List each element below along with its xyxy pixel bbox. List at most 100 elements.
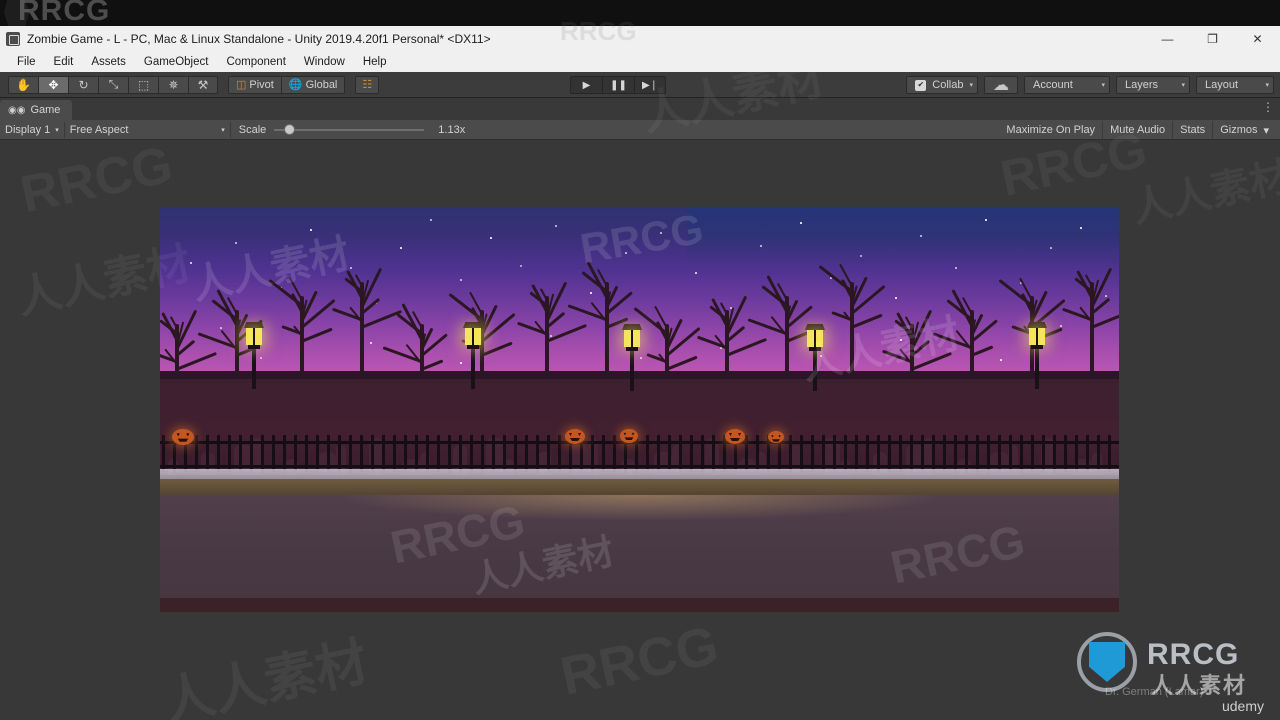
fence-bar — [404, 435, 407, 473]
sky-blue-tint — [687, 207, 1119, 267]
aspect-dropdown[interactable]: Free Aspect ▾ — [65, 121, 230, 139]
fence-bar — [393, 435, 396, 473]
toolbar-right-group: ✔ Collab ▾ ☁ Account ▾ Layers ▾ Layout ▾ — [906, 76, 1274, 94]
snow-line — [160, 469, 1119, 479]
pivot-label: Pivot — [249, 78, 274, 91]
star — [235, 242, 237, 244]
chevron-down-icon-account: ▾ — [1101, 82, 1105, 89]
unity-toolbar: ✋ ✥ ↻ ⤡ ⬚ ✵ ⚒ ◫ Pivot 🌐 Global ☷ ▶ ❚❚ ▶❘ — [0, 72, 1280, 98]
star — [760, 245, 762, 247]
fence-bar — [492, 435, 495, 473]
fence-bar — [1097, 435, 1100, 473]
grid-snap-icon[interactable]: ☷ — [355, 75, 380, 94]
menu-component[interactable]: Component — [217, 54, 294, 70]
pause-button[interactable]: ❚❚ — [602, 76, 634, 94]
close-button[interactable]: ✕ — [1235, 26, 1280, 52]
fence-bar — [822, 435, 825, 473]
fence-bar — [536, 435, 539, 473]
pumpkin-face — [172, 429, 194, 445]
transform-tool-icon[interactable]: ✵ — [158, 75, 188, 94]
global-label: Global — [305, 78, 338, 91]
fence-bar — [800, 435, 803, 473]
menu-window[interactable]: Window — [295, 54, 354, 70]
scale-slider[interactable] — [274, 123, 425, 137]
fence-bar — [261, 435, 264, 473]
fence-bar — [921, 435, 924, 473]
fence-bar — [217, 435, 220, 473]
account-dropdown[interactable]: Account ▾ — [1024, 76, 1110, 94]
layout-dropdown[interactable]: Layout ▾ — [1196, 76, 1274, 94]
pumpkin-face — [620, 429, 638, 443]
fence-bar — [888, 435, 891, 473]
street-lantern — [805, 324, 825, 391]
fence-bar — [976, 435, 979, 473]
fence-bar — [349, 435, 352, 473]
star — [1060, 325, 1062, 327]
game-view-render[interactable]: 人人素材 RRCG RRCG 人人素材 RRCG 人人素材 — [160, 207, 1119, 612]
fence-bar — [679, 435, 682, 473]
fence-bar — [371, 435, 374, 473]
fence-bar — [657, 435, 660, 473]
fence-bar — [294, 435, 297, 473]
maximize-button[interactable]: ❐ — [1190, 26, 1235, 52]
custom-tool-icon[interactable]: ⚒ — [188, 75, 218, 94]
chevron-down-icon: ▾ — [969, 82, 973, 89]
minimize-button[interactable]: — — [1145, 26, 1190, 52]
star — [660, 232, 662, 234]
move-tool-icon[interactable]: ✥ — [38, 75, 68, 94]
fence-bar — [459, 435, 462, 473]
rotate-tool-icon[interactable]: ↻ — [68, 75, 98, 94]
fence-bar — [1009, 435, 1012, 473]
jack-o-lantern — [725, 429, 745, 444]
gizmos-dropdown[interactable]: Gizmos ▾ — [1212, 121, 1276, 139]
global-toggle[interactable]: 🌐 Global — [281, 75, 346, 94]
logo-rrcg-text: RRCG — [1147, 638, 1240, 671]
fence-bar — [943, 435, 946, 473]
tab-game[interactable]: ◉◉ Game — [0, 100, 73, 120]
play-button[interactable]: ▶ — [570, 76, 602, 94]
star — [1000, 359, 1002, 361]
fence-bar — [1075, 435, 1078, 473]
scale-slider-knob[interactable] — [284, 124, 296, 135]
stats-toggle[interactable]: Stats — [1172, 121, 1212, 139]
collab-dropdown[interactable]: ✔ Collab ▾ — [906, 76, 978, 94]
fence-bar — [668, 435, 671, 473]
scale-tool-icon[interactable]: ⤡ — [98, 75, 128, 94]
menu-edit[interactable]: Edit — [45, 54, 83, 70]
lantern-mullion — [1036, 328, 1038, 345]
mute-audio-toggle[interactable]: Mute Audio — [1102, 121, 1172, 139]
course-subtitle: Dr. German (Lamar) — [1105, 686, 1204, 698]
rect-tool-icon[interactable]: ⬚ — [128, 75, 158, 94]
cloud-icon[interactable]: ☁ — [984, 76, 1018, 94]
jack-o-lantern — [172, 429, 194, 445]
street-lantern — [622, 324, 642, 391]
lantern-mullion — [814, 330, 816, 347]
layers-dropdown[interactable]: Layers ▾ — [1116, 76, 1190, 94]
window-controls: — ❐ ✕ — [1145, 26, 1280, 52]
fence-bar — [1042, 435, 1045, 473]
kebab-menu-icon[interactable]: ⋮ — [1262, 101, 1274, 113]
lantern-mullion — [472, 328, 474, 345]
fence-bar — [250, 435, 253, 473]
fence-bar — [558, 435, 561, 473]
lantern-post — [252, 349, 256, 389]
collab-check-icon: ✔ — [915, 79, 927, 91]
fence-bar — [481, 435, 484, 473]
fence-bar — [514, 435, 517, 473]
playmode-controls: ▶ ❚❚ ▶❘ — [570, 76, 666, 94]
menu-file[interactable]: File — [8, 54, 45, 70]
step-button[interactable]: ▶❘ — [634, 76, 666, 94]
star — [1105, 295, 1107, 297]
menu-help[interactable]: Help — [354, 54, 396, 70]
menu-gameobject[interactable]: GameObject — [135, 54, 218, 70]
star — [550, 335, 552, 337]
fence-bar — [998, 435, 1001, 473]
maximize-on-play-toggle[interactable]: Maximize On Play — [999, 121, 1102, 139]
pivot-toggle[interactable]: ◫ Pivot — [228, 75, 282, 94]
hand-tool-icon[interactable]: ✋ — [8, 75, 38, 94]
display-dropdown[interactable]: Display 1 ▾ — [0, 121, 64, 139]
menu-assets[interactable]: Assets — [82, 54, 135, 70]
star — [800, 222, 802, 224]
game-view-toolbar: Display 1 ▾ Free Aspect ▾ Scale 1.13x Ma… — [0, 120, 1280, 140]
fence-bar — [910, 435, 913, 473]
